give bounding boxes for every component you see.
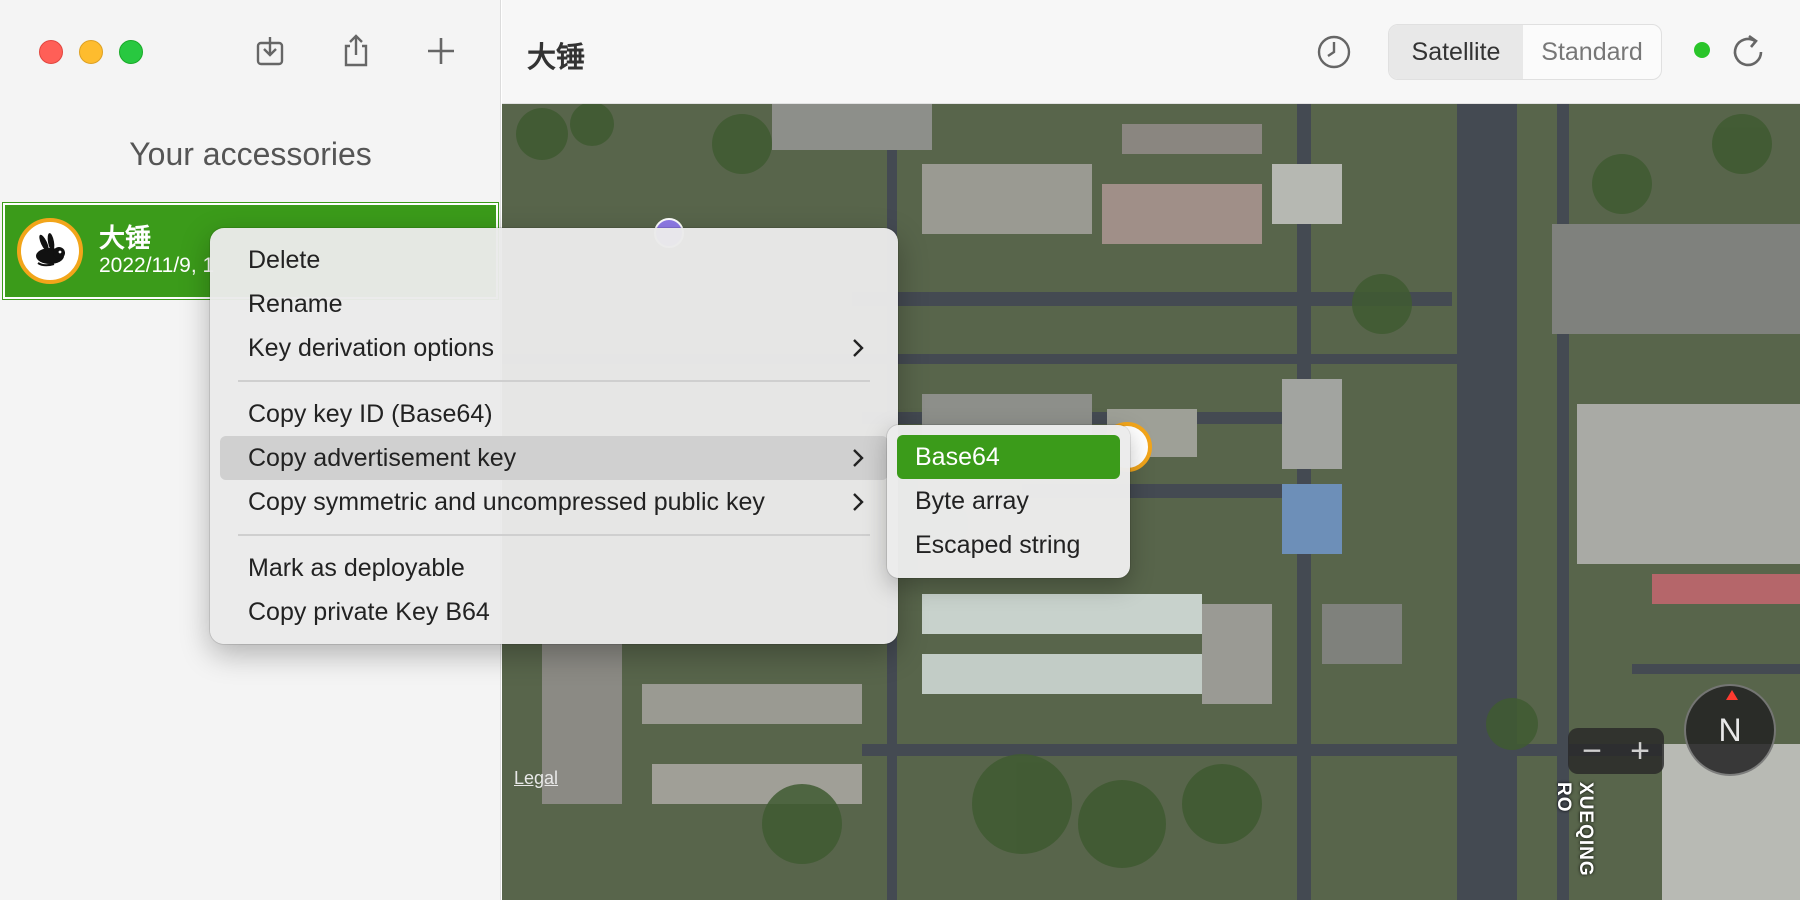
advertisement-key-submenu: Base64 Byte array Escaped string xyxy=(887,425,1130,578)
menu-item-copy-advertisement-key[interactable]: Copy advertisement key xyxy=(220,436,888,480)
minimize-window-button[interactable] xyxy=(79,40,103,64)
menu-item-copy-key-id[interactable]: Copy key ID (Base64) xyxy=(220,392,888,436)
satellite-mode-button[interactable]: Satellite xyxy=(1389,25,1523,79)
maximize-window-button[interactable] xyxy=(119,40,143,64)
zoom-control: − + xyxy=(1568,728,1664,774)
submenu-item-escaped-string[interactable]: Escaped string xyxy=(897,523,1120,567)
window-title: 大锤 xyxy=(527,42,586,74)
menu-item-label: Copy key ID (Base64) xyxy=(248,399,493,428)
menu-item-label: Delete xyxy=(248,245,321,274)
menu-separator xyxy=(238,534,870,536)
menu-item-label: Copy private Key B64 xyxy=(248,597,490,626)
menu-item-mark-as-deployable[interactable]: Mark as deployable xyxy=(220,546,888,590)
chevron-right-icon xyxy=(853,449,864,467)
map-mode-segmented-control: Satellite Standard xyxy=(1388,24,1662,80)
import-button[interactable] xyxy=(248,28,292,74)
menu-item-label: Mark as deployable xyxy=(248,553,465,582)
import-icon xyxy=(256,37,284,66)
menu-separator xyxy=(238,380,870,382)
zoom-in-button[interactable]: + xyxy=(1630,734,1650,768)
menu-item-label: Copy advertisement key xyxy=(248,443,517,472)
compass-label: N xyxy=(1718,711,1742,748)
accessory-name: 大锤 xyxy=(99,223,152,253)
accessory-avatar xyxy=(17,218,83,284)
toolbar: 大锤 Satellite Standard xyxy=(502,0,1800,104)
clock-icon xyxy=(1317,35,1351,69)
status-indicator xyxy=(1694,42,1710,58)
menu-item-label: Key derivation options xyxy=(248,333,494,362)
zoom-out-button[interactable]: − xyxy=(1582,734,1602,768)
street-label: XUEQING RO xyxy=(1553,782,1596,877)
rabbit-icon xyxy=(36,233,65,267)
menu-item-label: Rename xyxy=(248,289,343,318)
menu-item-label: Copy symmetric and uncompressed public k… xyxy=(248,487,765,516)
menu-item-rename[interactable]: Rename xyxy=(220,282,888,326)
accessory-date: 2022/11/9, 1 xyxy=(99,254,215,277)
share-button[interactable] xyxy=(334,28,378,74)
chevron-right-icon xyxy=(853,339,864,357)
menu-item-key-derivation-options[interactable]: Key derivation options xyxy=(220,326,888,370)
menu-item-copy-private-key[interactable]: Copy private Key B64 xyxy=(220,590,888,634)
compass-button[interactable]: N xyxy=(1684,684,1776,776)
refresh-button[interactable] xyxy=(1724,28,1772,76)
context-menu: Delete Rename Key derivation options Cop… xyxy=(210,228,898,644)
submenu-item-byte-array[interactable]: Byte array xyxy=(897,479,1120,523)
close-window-button[interactable] xyxy=(39,40,63,64)
add-accessory-button[interactable] xyxy=(419,28,463,74)
menu-item-copy-public-key[interactable]: Copy symmetric and uncompressed public k… xyxy=(220,480,888,524)
share-icon xyxy=(344,34,368,67)
standard-mode-button[interactable]: Standard xyxy=(1523,25,1661,79)
legal-link[interactable]: Legal xyxy=(514,768,558,789)
menu-item-delete[interactable]: Delete xyxy=(220,238,888,282)
refresh-icon xyxy=(1733,34,1763,67)
plus-icon xyxy=(428,38,454,64)
submenu-item-base64[interactable]: Base64 xyxy=(897,435,1120,479)
sidebar-heading: Your accessories xyxy=(129,136,372,172)
chevron-right-icon xyxy=(853,493,864,511)
history-button[interactable] xyxy=(1312,30,1356,74)
compass-north-indicator xyxy=(1726,690,1738,700)
